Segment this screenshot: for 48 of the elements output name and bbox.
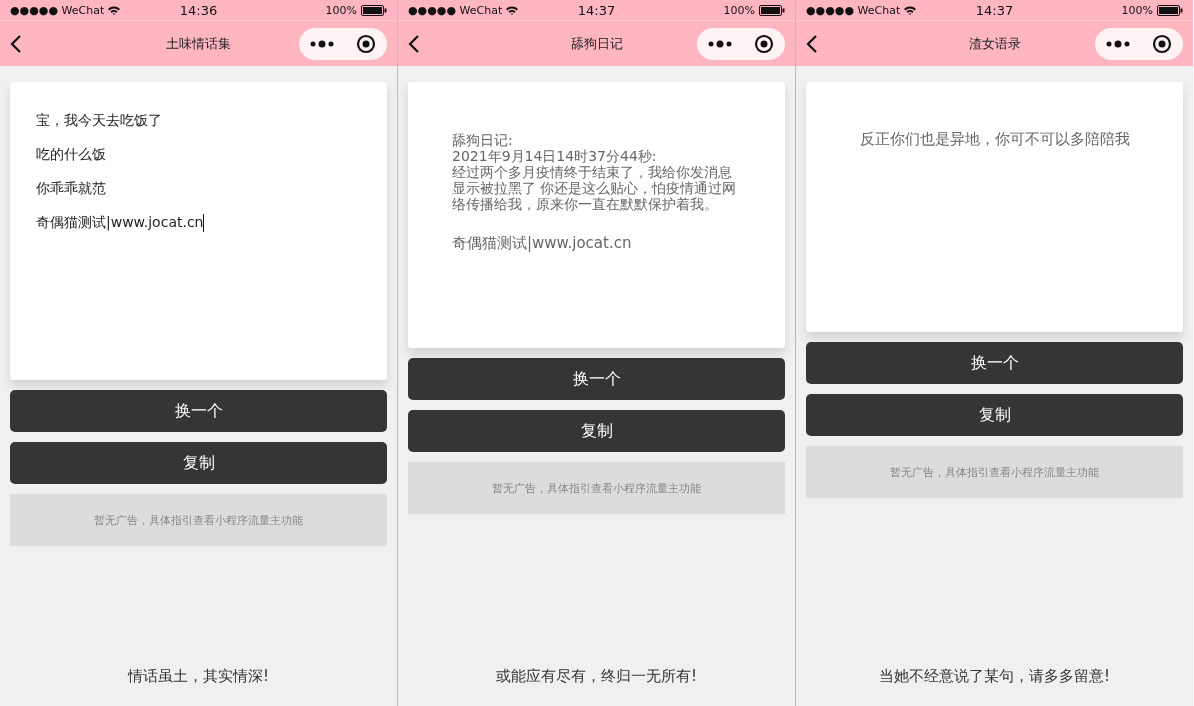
action-button[interactable]: 换一个 [806,342,1183,384]
battery-icon [1157,4,1183,16]
action-button[interactable]: 换一个 [408,358,785,400]
nav-title: 土味情话集 [166,34,231,53]
action-button[interactable]: 复制 [10,442,387,484]
more-icon[interactable] [310,39,334,48]
close-icon[interactable] [754,33,774,54]
action-button[interactable]: 复制 [408,410,785,452]
footer-slogan: 当她不经意说了某句，请多多留意! [878,667,1111,686]
more-icon[interactable] [1106,39,1130,48]
close-icon[interactable] [356,33,376,54]
battery-icon [361,4,387,16]
battery-percent: 100% [723,3,755,17]
wifi-icon [506,5,519,15]
card-text: 反正你们也是异地，你可不可以多陪陪我 [858,130,1131,149]
ad-text: 暂无广告，具体指引查看小程序流量主功能 [890,464,1099,480]
wifi-icon [108,5,121,15]
nav-title: 舔狗日记 [570,34,623,53]
back-icon[interactable] [806,33,818,54]
ad-text: 暂无广告，具体指引查看小程序流量主功能 [492,480,701,496]
action-button[interactable]: 复制 [806,394,1183,436]
status-time: 14:37 [577,2,616,18]
carrier-text: ●●●●● WeChat [10,3,105,17]
back-icon[interactable] [408,33,420,54]
status-time: 14:36 [179,2,218,18]
card-text: 吃的什么饭 [36,146,106,164]
battery-percent: 100% [325,3,357,17]
action-button[interactable]: 换一个 [10,390,387,432]
footer-slogan: 情话虽土，其实情深! [126,667,270,686]
card-text: 宝，我今天去吃饭了 [36,112,162,130]
carrier-text: ●●●●● WeChat [408,3,503,17]
battery-icon [759,4,785,16]
back-icon[interactable] [10,33,22,54]
card-text: 2021年9月14日14时37分44秒: [452,148,658,164]
wifi-icon [904,5,917,15]
battery-percent: 100% [1121,3,1153,17]
carrier-text: ●●●●● WeChat [806,3,901,17]
card-text: 舔狗日记: [452,132,514,148]
more-icon[interactable] [708,39,732,48]
card-text: 你乖乖就范 [36,180,106,198]
card-text: 经过两个多月疫情终于结束了，我给你发消息显示被拉黑了 你还是这么贴心，怕疫情通过网络传播给我，原来你一直在默默保护着我。 [452,164,738,212]
card-text: 奇偶猫测试|www.jocat.cn [36,214,204,232]
ad-text: 暂无广告，具体指引查看小程序流量主功能 [94,512,303,528]
status-time: 14:37 [975,2,1014,18]
footer-slogan: 或能应有尽有，终归一无所有! [495,667,698,686]
card-text: 奇偶猫测试|www.jocat.cn [452,234,633,253]
nav-title: 渣女语录 [968,34,1021,53]
close-icon[interactable] [1152,33,1172,54]
